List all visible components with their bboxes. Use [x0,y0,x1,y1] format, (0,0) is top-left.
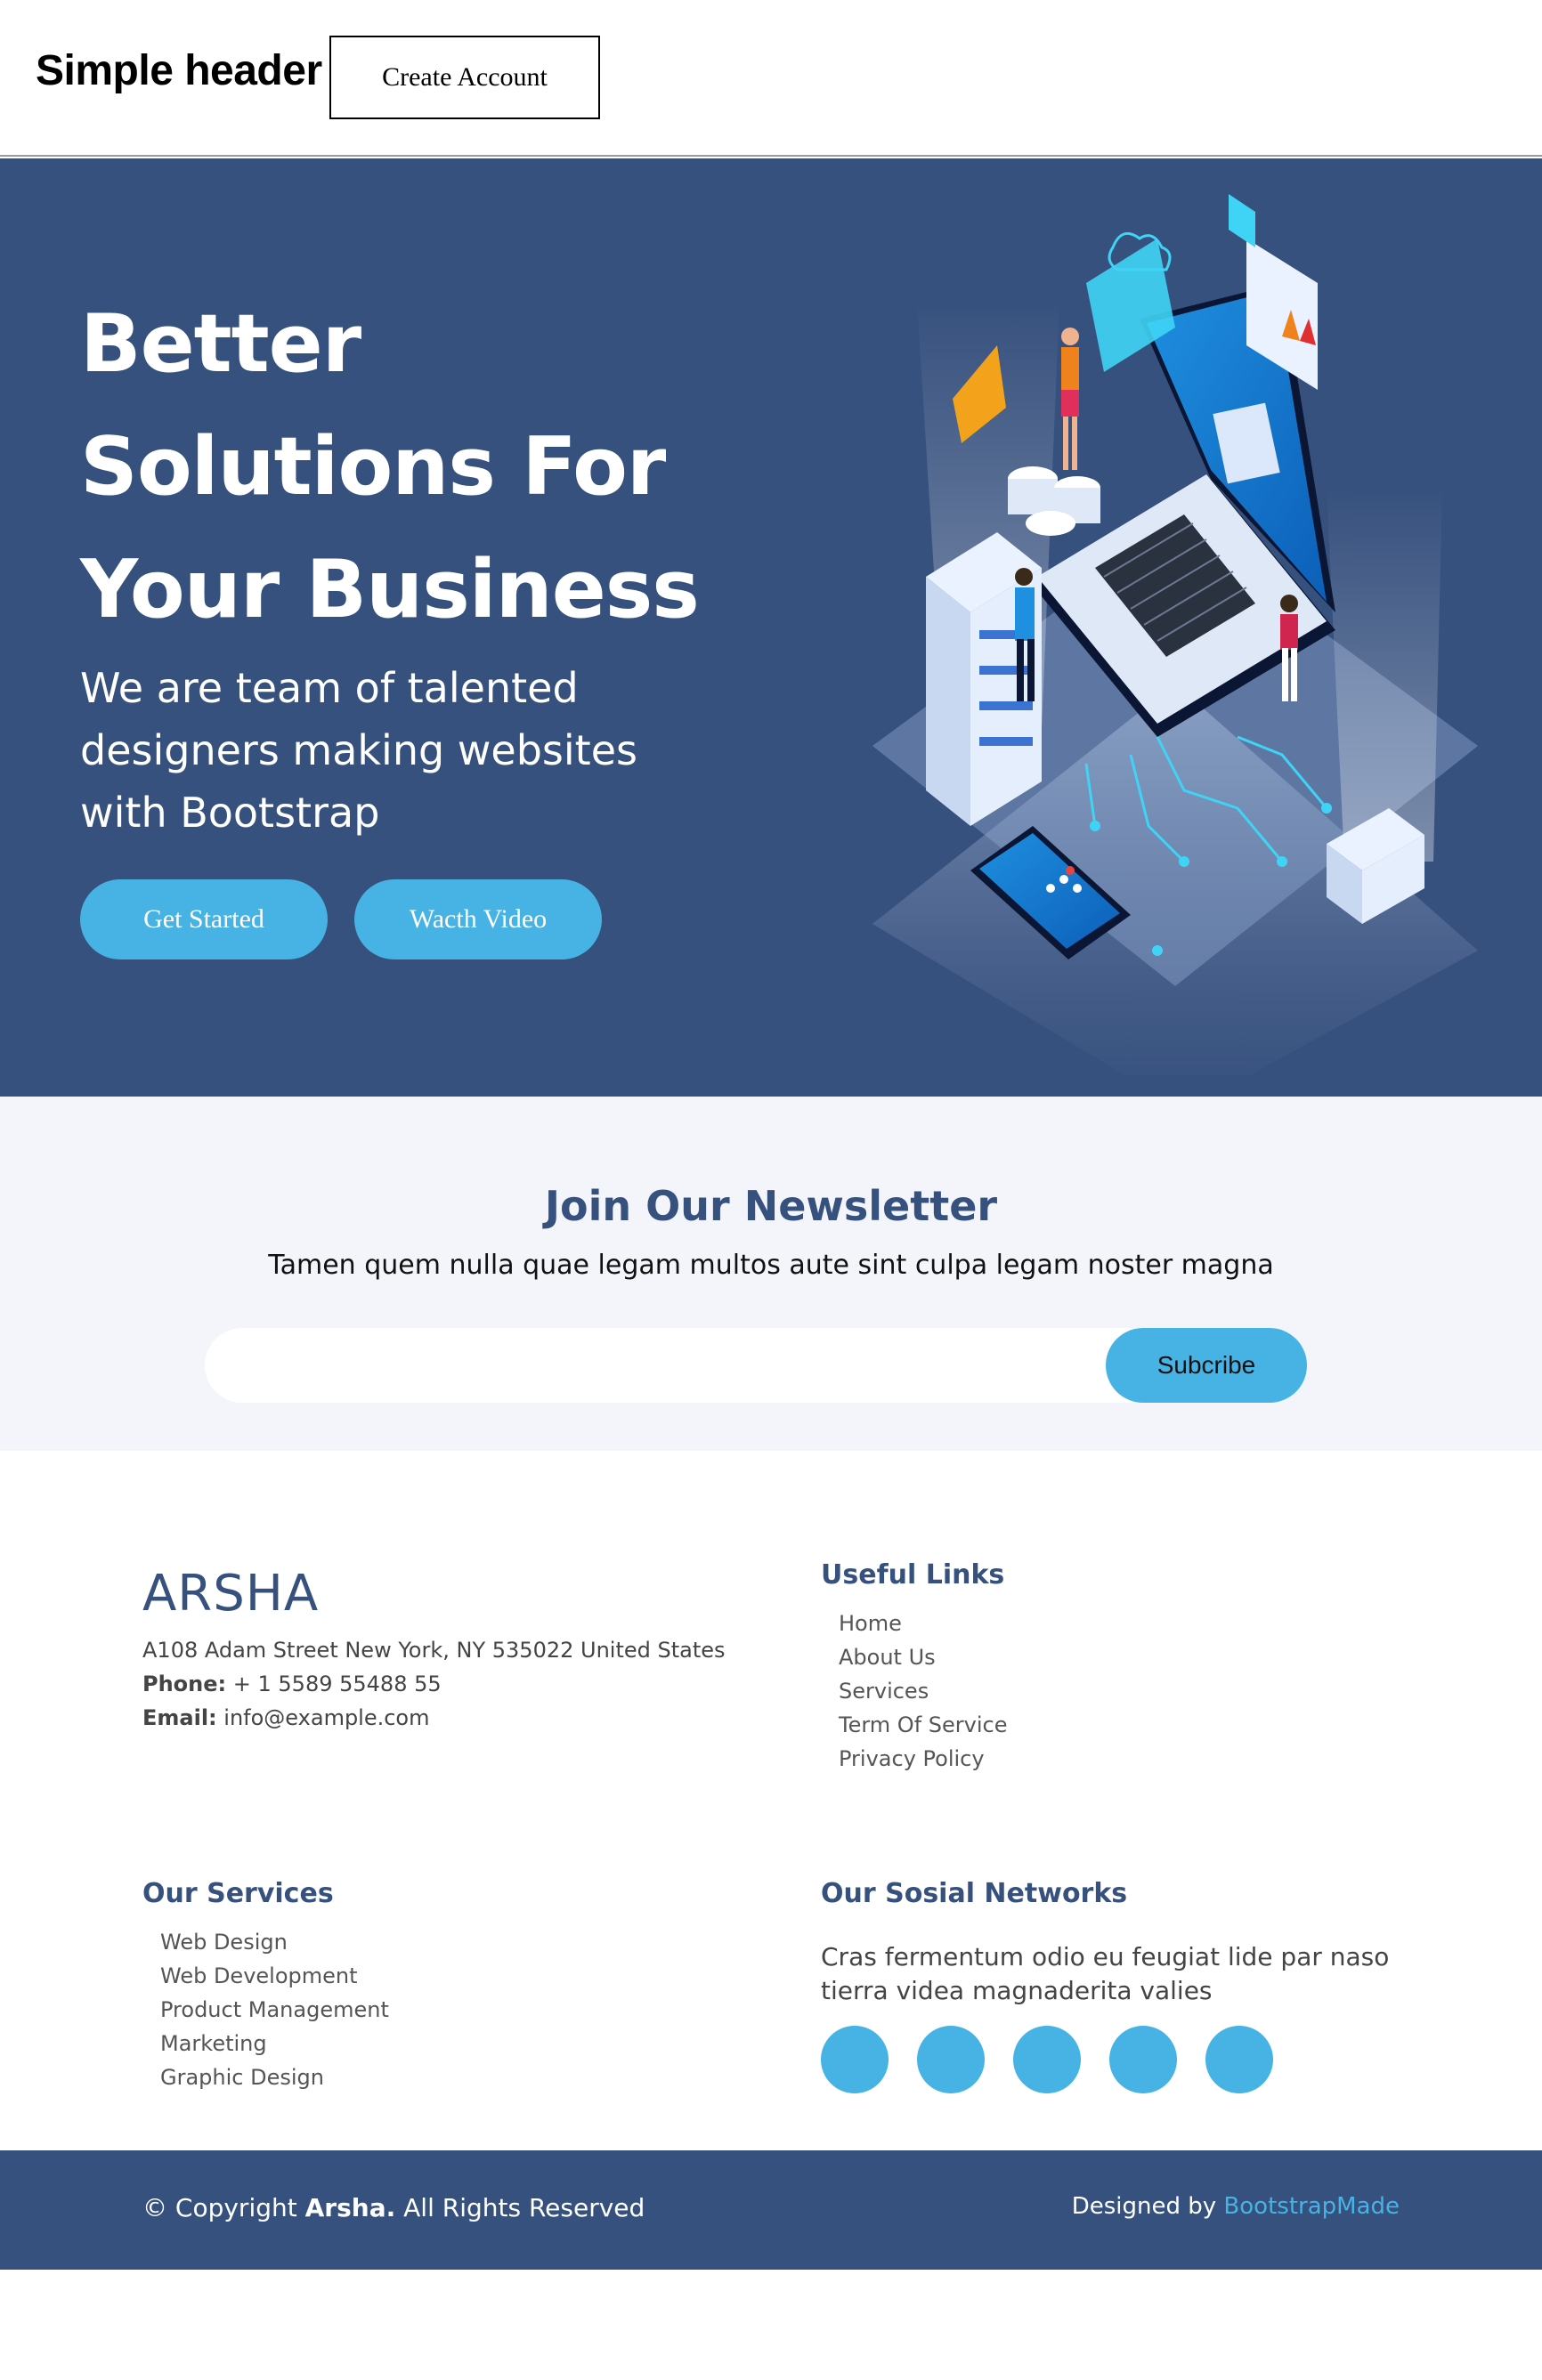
get-started-button[interactable]: Get Started [80,879,328,959]
copyright-suffix: All Rights Reserved [403,2193,645,2222]
newsletter-email-input[interactable] [205,1328,1104,1403]
email-value: info@example.com [223,1705,430,1730]
social-link-3-icon[interactable] [1013,2026,1081,2093]
copyright-brand: Arsha. [304,2193,396,2222]
service-product-management[interactable]: Product Management [160,1993,389,2027]
hero-illustration [872,194,1478,1075]
copyright: © Copyright Arsha. All Rights Reserved [142,2193,645,2222]
email-label: Email: [142,1705,217,1730]
useful-links-list: Home About Us Services Term Of Service P… [839,1607,1007,1776]
hero-subtitle: We are team of talented designers making… [80,664,637,837]
create-account-button[interactable]: Create Account [329,36,600,119]
social-text: Cras fermentum odio eu feugiat lide par … [821,1942,1390,2005]
service-web-development[interactable]: Web Development [160,1959,389,1993]
footer-contact: A108 Adam Street New York, NY 535022 Uni… [142,1633,726,1735]
social-link-5-icon[interactable] [1205,2026,1273,2093]
social-link-1-icon[interactable] [821,2026,889,2093]
hero-title: Better Solutions For Your Business [80,297,700,636]
footer-phone-row: Phone: + 1 5589 55488 55 [142,1667,726,1701]
services-list: Web Design Web Development Product Manag… [160,1925,389,2094]
link-home[interactable]: Home [839,1607,1007,1640]
copyright-prefix: © Copyright [142,2193,297,2222]
phone-value: + 1 5589 55488 55 [232,1672,442,1696]
footer-top: ARSHA A108 Adam Street New York, NY 5350… [0,1451,1542,2150]
our-services-title: Our Services [142,1878,334,1909]
designer-link[interactable]: BootstrapMade [1223,2193,1400,2220]
newsletter-text: Tamen quem nulla quae legam multos aute … [268,1250,1274,1281]
link-privacy-policy[interactable]: Privacy Policy [839,1742,1007,1776]
site-header: Simple header Create Account [0,0,1542,157]
social-networks-title: Our Sosial Networks [821,1878,1128,1909]
service-graphic-design[interactable]: Graphic Design [160,2060,389,2094]
social-link-4-icon[interactable] [1109,2026,1177,2093]
social-links [821,2026,1302,2093]
footer-email-row: Email: info@example.com [142,1701,726,1735]
phone-label: Phone: [142,1672,227,1696]
hero-section: Better Solutions For Your Business We ar… [0,158,1542,1097]
newsletter-form: Subcribe [205,1328,1307,1403]
footer-address: A108 Adam Street New York, NY 535022 Uni… [142,1638,726,1663]
social-link-2-icon[interactable] [917,2026,985,2093]
footer-brand: ARSHA [142,1565,320,1623]
designed-by-label: Designed by [1071,2193,1217,2220]
header-title: Simple header [36,47,322,94]
newsletter-title: Join Our Newsletter [544,1182,998,1230]
footer-bottom: © Copyright Arsha. All Rights Reserved D… [0,2150,1542,2270]
link-term-of-service[interactable]: Term Of Service [839,1708,1007,1742]
watch-video-button[interactable]: Wacth Video [354,879,602,959]
subscribe-button[interactable]: Subcribe [1106,1328,1307,1403]
newsletter-section: Join Our Newsletter Tamen quem nulla qua… [0,1097,1542,1451]
useful-links-title: Useful Links [821,1559,1005,1591]
service-marketing[interactable]: Marketing [160,2027,389,2060]
credits: Designed by BootstrapMade [1072,2193,1400,2220]
link-about-us[interactable]: About Us [839,1640,1007,1674]
link-services[interactable]: Services [839,1674,1007,1708]
service-web-design[interactable]: Web Design [160,1925,389,1959]
